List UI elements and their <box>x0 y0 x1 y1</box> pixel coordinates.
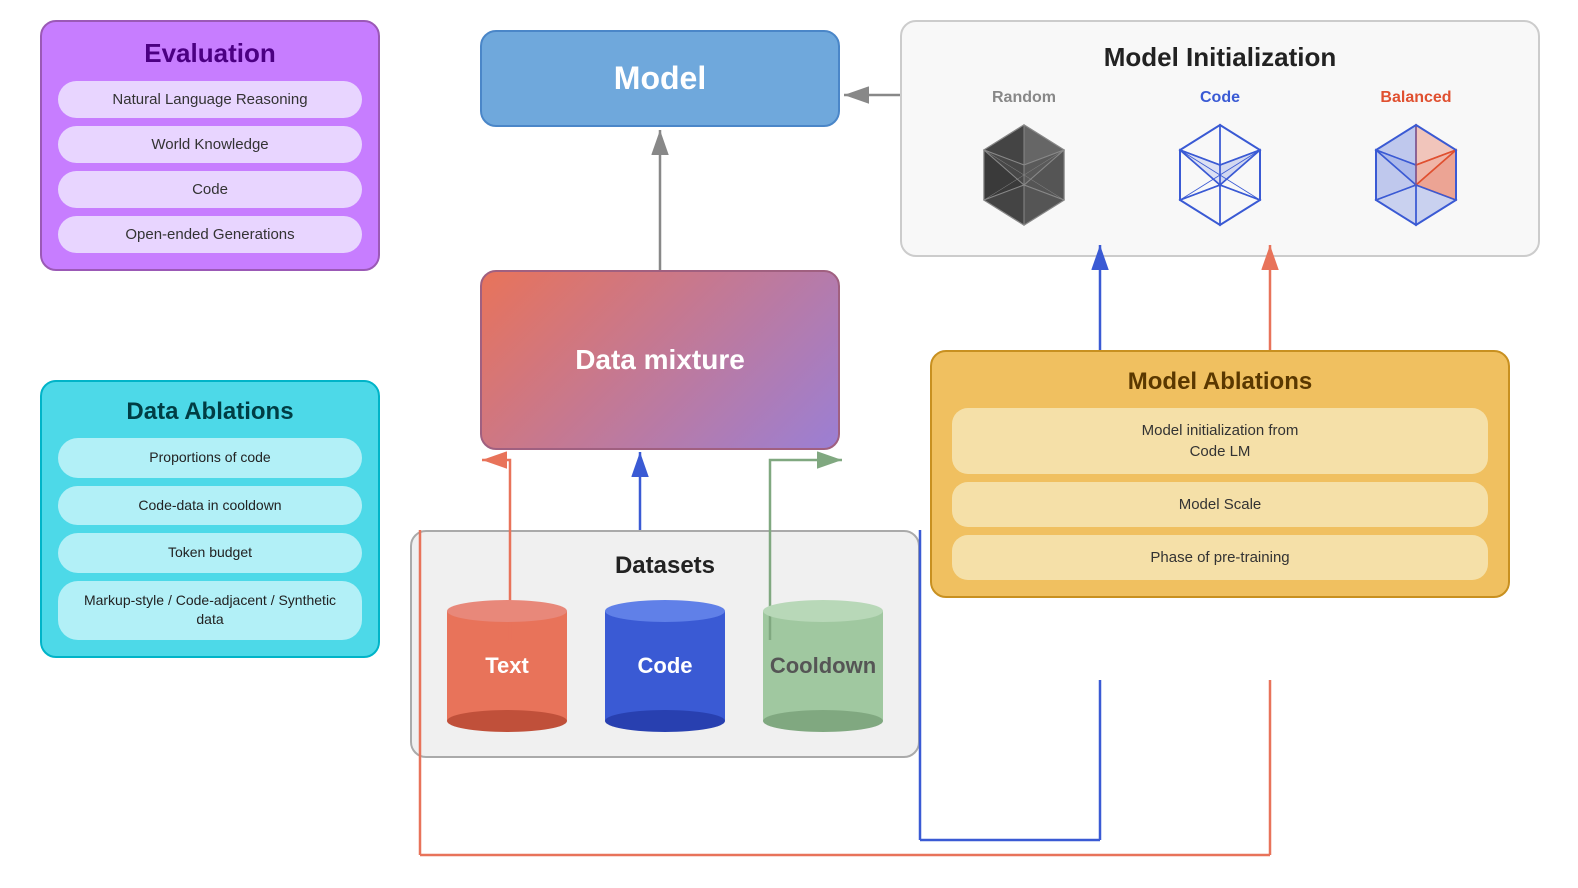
datasets-box: Datasets Text Code <box>410 530 920 758</box>
cylinder-cooldown-bottom <box>763 710 883 732</box>
init-code-label: Code <box>1200 89 1240 107</box>
init-icons-row: Random Code <box>926 89 1514 235</box>
mablation-item-1: Model Scale <box>952 482 1488 527</box>
datasets-title: Datasets <box>428 552 902 580</box>
cylinder-text-body: Text <box>447 611 567 721</box>
eval-item-wk: World Knowledge <box>58 126 362 163</box>
data-ablations-left-box: Data Ablations Proportions of code Code-… <box>40 380 380 658</box>
ablation-item-2: Token budget <box>58 533 362 573</box>
data-ablations-left-title: Data Ablations <box>58 398 362 426</box>
cylinder-cooldown-body: Cooldown <box>763 611 883 721</box>
model-ablations-right-title: Model Ablations <box>952 368 1488 396</box>
mablation-item-2: Phase of pre-training <box>952 535 1488 580</box>
cylinder-code-body: Code <box>605 611 725 721</box>
cylinder-code-label: Code <box>605 653 725 679</box>
init-balanced-col: Balanced <box>1356 89 1476 235</box>
balanced-icosahedron-icon <box>1356 115 1476 235</box>
cylinders-row: Text Code Cooldown <box>428 600 902 732</box>
init-code-col: Code <box>1160 89 1280 235</box>
data-mixture-box: Data mixture <box>480 270 840 450</box>
random-icosahedron-icon <box>964 115 1084 235</box>
ablation-item-1: Code-data in cooldown <box>58 486 362 526</box>
mablation-item-0: Model initialization fromCode LM <box>952 408 1488 474</box>
ablation-item-3: Markup-style / Code-adjacent / Synthetic… <box>58 581 362 640</box>
cylinder-text-label: Text <box>447 653 567 679</box>
model-init-box: Model Initialization Random <box>900 20 1540 257</box>
init-balanced-label: Balanced <box>1380 89 1451 107</box>
model-init-title: Model Initialization <box>926 42 1514 73</box>
cylinder-text-top <box>447 600 567 622</box>
init-random-col: Random <box>964 89 1084 235</box>
ablation-item-0: Proportions of code <box>58 438 362 478</box>
model-ablations-right-box: Model Ablations Model initialization fro… <box>930 350 1510 598</box>
model-box: Model <box>480 30 840 127</box>
eval-item-code: Code <box>58 171 362 208</box>
eval-item-nlr: Natural Language Reasoning <box>58 81 362 118</box>
cylinder-text: Text <box>442 600 572 732</box>
data-mixture-title: Data mixture <box>575 344 745 376</box>
eval-item-oeg: Open-ended Generations <box>58 216 362 253</box>
evaluation-title: Evaluation <box>58 38 362 69</box>
cylinder-cooldown-top <box>763 600 883 622</box>
model-title: Model <box>498 60 822 97</box>
cylinder-cooldown-label: Cooldown <box>763 653 883 679</box>
init-random-label: Random <box>992 89 1056 107</box>
cylinder-text-bottom <box>447 710 567 732</box>
evaluation-box: Evaluation Natural Language Reasoning Wo… <box>40 20 380 271</box>
cylinder-code: Code <box>600 600 730 732</box>
code-icosahedron-icon <box>1160 115 1280 235</box>
cylinder-code-top <box>605 600 725 622</box>
diagram-container: Evaluation Natural Language Reasoning Wo… <box>0 0 1578 888</box>
cylinder-cooldown: Cooldown <box>758 600 888 732</box>
cylinder-code-bottom <box>605 710 725 732</box>
